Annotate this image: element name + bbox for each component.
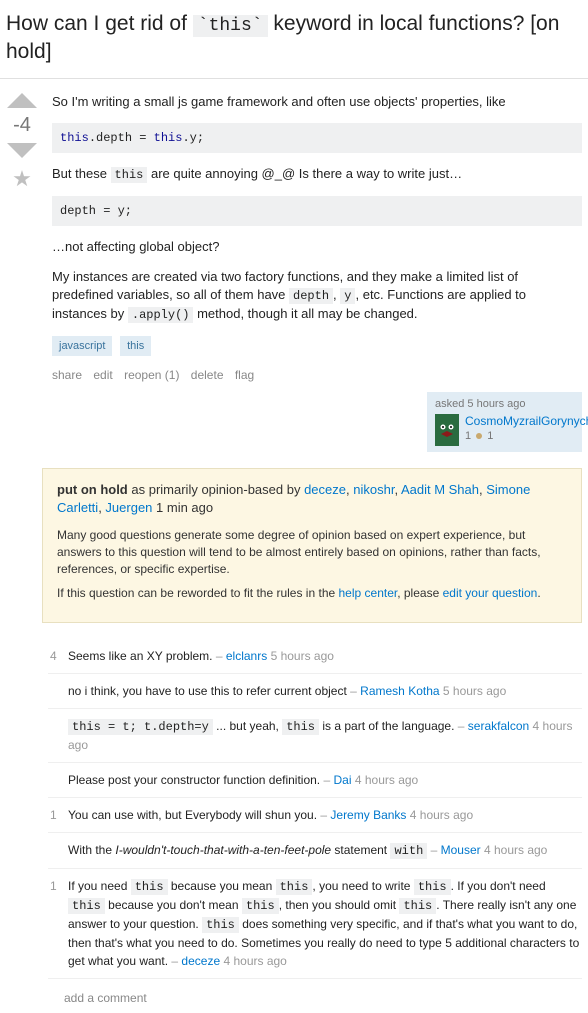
body-paragraph: But these this are quite annoying @_@ Is…	[52, 165, 582, 184]
delete-link[interactable]: delete	[191, 368, 224, 382]
tag[interactable]: this	[120, 336, 151, 356]
comment-list: 4Seems like an XY problem. – elclanrs 5 …	[42, 639, 588, 979]
closer-link[interactable]: deceze	[304, 482, 346, 497]
comment: no i think, you have to use this to refe…	[48, 674, 582, 709]
comment-author[interactable]: serakfalcon	[468, 719, 529, 733]
notice-text: Many good questions generate some degree…	[57, 527, 567, 577]
hold-notice: put on hold as primarily opinion-based b…	[42, 468, 582, 624]
comment: Please post your constructor function de…	[48, 763, 582, 798]
code-block: this.depth = this.y;	[52, 123, 582, 153]
edit-link[interactable]: edit	[93, 368, 112, 382]
body-paragraph: …not affecting global object?	[52, 238, 582, 256]
closer-link[interactable]: Aadit M Shah	[401, 482, 479, 497]
comment: 1If you need this because you mean this,…	[48, 869, 582, 979]
favorite-button[interactable]: ★	[0, 166, 44, 192]
comment-author[interactable]: deceze	[181, 954, 220, 968]
notice-text: If this question can be reworded to fit …	[57, 585, 567, 602]
author-link[interactable]: CosmoMyzrailGorynych	[465, 414, 588, 428]
flag-link[interactable]: flag	[235, 368, 254, 382]
comment-author[interactable]: elclanrs	[226, 649, 267, 663]
author-rep: 1 1	[465, 430, 588, 442]
comment: this = t; t.depth=y ... but yeah, this i…	[48, 709, 582, 763]
tag-list: javascript this	[52, 336, 582, 356]
comment-author[interactable]: Jeremy Banks	[330, 808, 406, 822]
user-card: asked 5 hours ago CosmoMyzrailGorynych 1…	[427, 392, 582, 452]
body-paragraph: My instances are created via two factory…	[52, 268, 582, 324]
comment-author[interactable]: Ramesh Kotha	[360, 684, 439, 698]
tag[interactable]: javascript	[52, 336, 112, 356]
comment: 4Seems like an XY problem. – elclanrs 5 …	[48, 639, 582, 674]
question-title: How can I get rid of `this` keyword in l…	[0, 0, 588, 79]
upvote-button[interactable]	[7, 93, 37, 108]
closer-link[interactable]: nikoshr	[353, 482, 394, 497]
vote-score: -4	[0, 114, 44, 137]
avatar[interactable]	[435, 414, 459, 446]
comment-author[interactable]: Mouser	[441, 843, 481, 857]
comment: With the I-wouldn't-touch-that-with-a-te…	[48, 833, 582, 869]
body-paragraph: So I'm writing a small js game framework…	[52, 93, 582, 111]
share-link[interactable]: share	[52, 368, 82, 382]
reopen-link[interactable]: reopen (1)	[124, 368, 179, 382]
asked-time: asked 5 hours ago	[435, 398, 574, 410]
post-actions: share edit reopen (1) delete flag	[52, 368, 582, 382]
closer-link[interactable]: Juergen	[105, 500, 152, 515]
edit-question-link[interactable]: edit your question	[443, 586, 538, 600]
comment-author[interactable]: Dai	[334, 773, 352, 787]
add-comment-link[interactable]: add a comment	[42, 979, 588, 1013]
code-block: depth = y;	[52, 196, 582, 226]
comment: 1You can use with, but Everybody will sh…	[48, 798, 582, 833]
downvote-button[interactable]	[7, 143, 37, 158]
help-center-link[interactable]: help center	[339, 586, 398, 600]
